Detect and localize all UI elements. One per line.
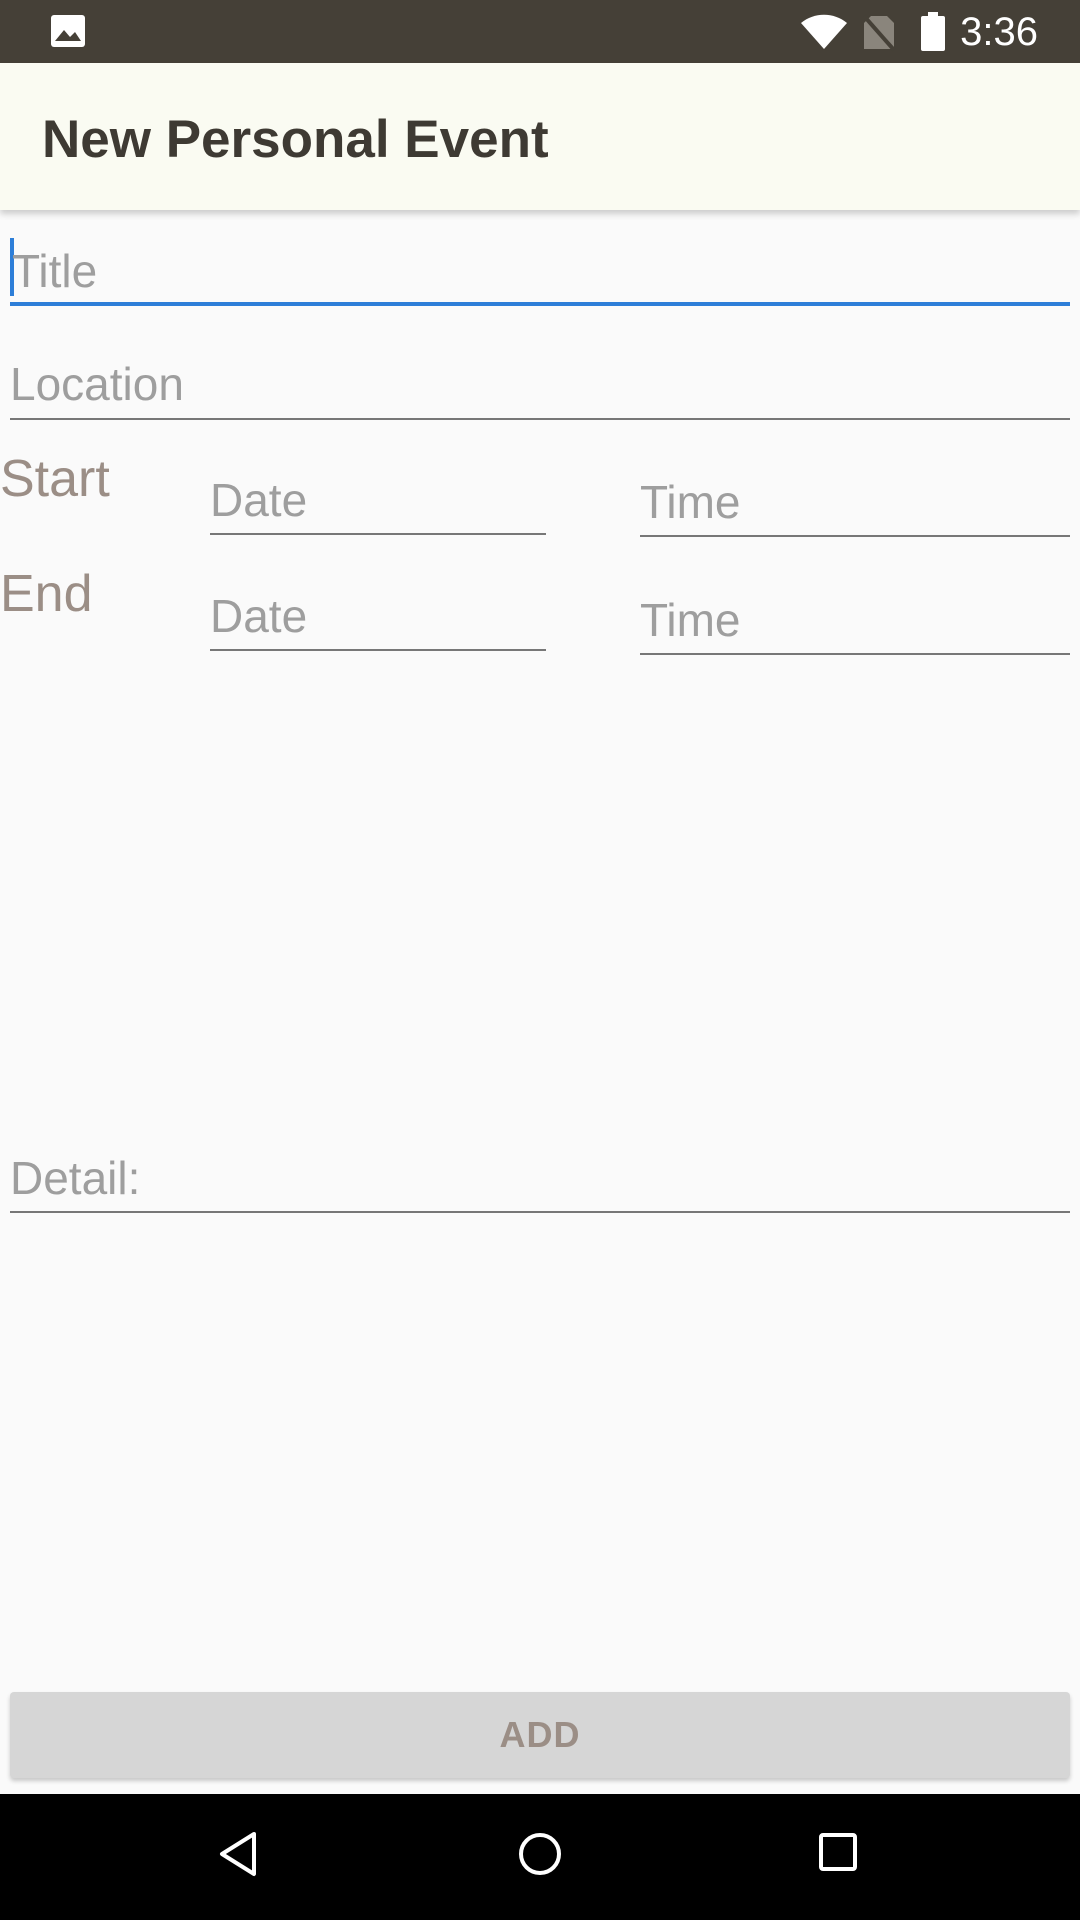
end-label: End — [0, 565, 93, 623]
start-label: Start — [0, 450, 110, 508]
location-underline — [10, 418, 1070, 420]
start-time-placeholder: Time — [640, 476, 741, 528]
page-title: New Personal Event — [42, 110, 549, 169]
start-date-placeholder: Date — [210, 474, 308, 526]
no-sim-icon — [862, 14, 896, 52]
home-icon[interactable] — [516, 1830, 564, 1878]
add-button[interactable]: ADD — [10, 1692, 1070, 1778]
app-bar: New Personal Event — [0, 63, 1080, 210]
detail-underline — [10, 1211, 1070, 1213]
title-underline — [10, 302, 1070, 306]
title-input[interactable]: Title — [10, 235, 1070, 307]
title-placeholder: Title — [12, 245, 98, 297]
start-time-underline — [640, 535, 1070, 537]
end-time-input[interactable]: Time — [640, 590, 1070, 656]
recents-icon[interactable] — [818, 1832, 858, 1872]
location-placeholder: Location — [10, 358, 184, 410]
location-input[interactable]: Location — [10, 352, 1070, 422]
end-date-input[interactable]: Date — [210, 586, 546, 652]
start-date-input[interactable]: Date — [210, 470, 546, 536]
end-time-placeholder: Time — [640, 594, 741, 646]
start-time-input[interactable]: Time — [640, 472, 1070, 538]
back-icon[interactable] — [218, 1831, 258, 1877]
status-bar: 3:36 — [0, 0, 1080, 63]
wifi-icon — [801, 14, 847, 49]
detail-input[interactable]: Detail: — [10, 1146, 1070, 1216]
end-date-placeholder: Date — [210, 590, 308, 642]
end-date-underline — [210, 649, 546, 651]
battery-icon — [921, 12, 945, 51]
detail-placeholder: Detail: — [10, 1152, 141, 1204]
end-time-underline — [640, 653, 1070, 655]
image-icon — [51, 15, 85, 47]
status-time: 3:36 — [960, 10, 1038, 54]
navigation-bar — [0, 1794, 1080, 1920]
start-date-underline — [210, 533, 546, 535]
